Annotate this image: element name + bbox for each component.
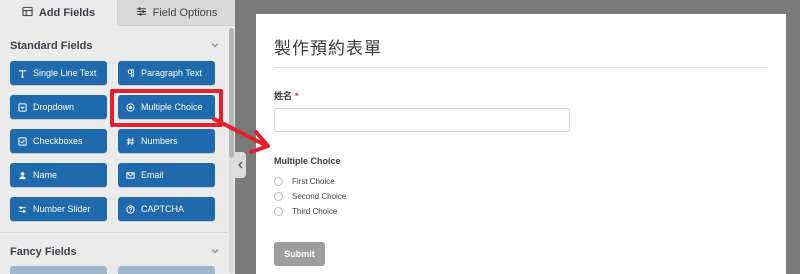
chevron-left-icon [237, 156, 244, 174]
envelope-icon [126, 171, 135, 180]
form-preview: 製作預約表單 姓名 * Multiple Choice First Choice … [256, 14, 786, 274]
sliders-icon [136, 6, 147, 20]
radio-button[interactable] [274, 177, 283, 186]
title-divider [274, 67, 768, 68]
submit-button[interactable]: Submit [274, 242, 325, 266]
radio-icon [126, 102, 135, 112]
choice-label: Third Choice [292, 207, 338, 216]
tab-field-options-label: Field Options [152, 6, 218, 19]
section-divider [0, 232, 228, 233]
numbers-button[interactable]: Numbers [118, 129, 215, 153]
tab-add-fields-label: Add Fields [38, 7, 96, 19]
scrollbar-thumb[interactable] [229, 28, 234, 158]
multiple-choice-label: Multiple Choice [141, 102, 203, 112]
fancy-fields-title: Fancy Fields [10, 246, 77, 258]
text-field-icon [18, 69, 27, 78]
user-icon [18, 171, 27, 180]
name-field-label-text: 姓名 [274, 91, 293, 101]
checkboxes-label: Checkboxes [33, 136, 83, 146]
email-label: Email [141, 170, 164, 180]
fancy-field-button-partial[interactable] [118, 266, 215, 274]
choice-option-1[interactable]: First Choice [274, 177, 335, 186]
fields-panel: Add Fields Field Options Standard Fields… [0, 0, 235, 274]
name-input[interactable] [274, 108, 570, 132]
checkboxes-button[interactable]: Checkboxes [10, 129, 107, 153]
tab-add-fields[interactable]: Add Fields [0, 0, 117, 26]
paragraph-text-label: Paragraph Text [141, 68, 202, 78]
chevron-down-icon [210, 243, 220, 261]
fancy-fields-header[interactable]: Fancy Fields [10, 243, 220, 261]
choice-label: First Choice [292, 177, 335, 186]
dropdown-button[interactable]: Dropdown [10, 95, 107, 119]
tab-field-options[interactable]: Field Options [117, 0, 235, 26]
panel-scrollbar[interactable] [229, 28, 234, 274]
collapse-panel-handle[interactable] [234, 152, 246, 178]
required-asterisk: * [295, 91, 299, 101]
numbers-label: Numbers [141, 136, 178, 146]
captcha-label: CAPTCHA [141, 204, 185, 214]
name-field-label: 姓名 * [274, 89, 299, 102]
fancy-field-button-partial[interactable] [10, 266, 107, 274]
single-line-text-label: Single Line Text [33, 68, 97, 78]
multiple-choice-button[interactable]: Multiple Choice [118, 95, 215, 119]
hash-icon [126, 137, 135, 146]
choice-option-2[interactable]: Second Choice [274, 192, 346, 201]
number-slider-label: Number Slider [33, 204, 91, 214]
list-icon [22, 6, 33, 20]
paragraph-text-button[interactable]: Paragraph Text [118, 61, 215, 85]
radio-button[interactable] [274, 207, 283, 216]
choice-option-3[interactable]: Third Choice [274, 207, 337, 216]
form-title: 製作預約表單 [274, 39, 382, 58]
number-slider-button[interactable]: Number Slider [10, 197, 107, 221]
question-icon [126, 204, 135, 214]
slider-icon [18, 205, 27, 214]
name-button[interactable]: Name [10, 163, 107, 187]
dropdown-label: Dropdown [33, 102, 75, 112]
dropdown-icon [18, 102, 27, 112]
standard-fields-title: Standard Fields [10, 40, 93, 52]
standard-fields-header[interactable]: Standard Fields [10, 37, 220, 55]
name-label: Name [33, 170, 58, 180]
single-line-text-button[interactable]: Single Line Text [10, 61, 107, 85]
choice-label: Second Choice [292, 192, 347, 201]
chevron-up-icon [210, 37, 220, 55]
email-button[interactable]: Email [118, 163, 215, 187]
captcha-button[interactable]: CAPTCHA [118, 197, 215, 221]
multiple-choice-field-label: Multiple Choice [274, 156, 341, 166]
radio-button[interactable] [274, 192, 283, 201]
paragraph-icon [126, 68, 135, 78]
panel-tabs: Add Fields Field Options [0, 0, 235, 26]
checkbox-icon [18, 136, 27, 146]
